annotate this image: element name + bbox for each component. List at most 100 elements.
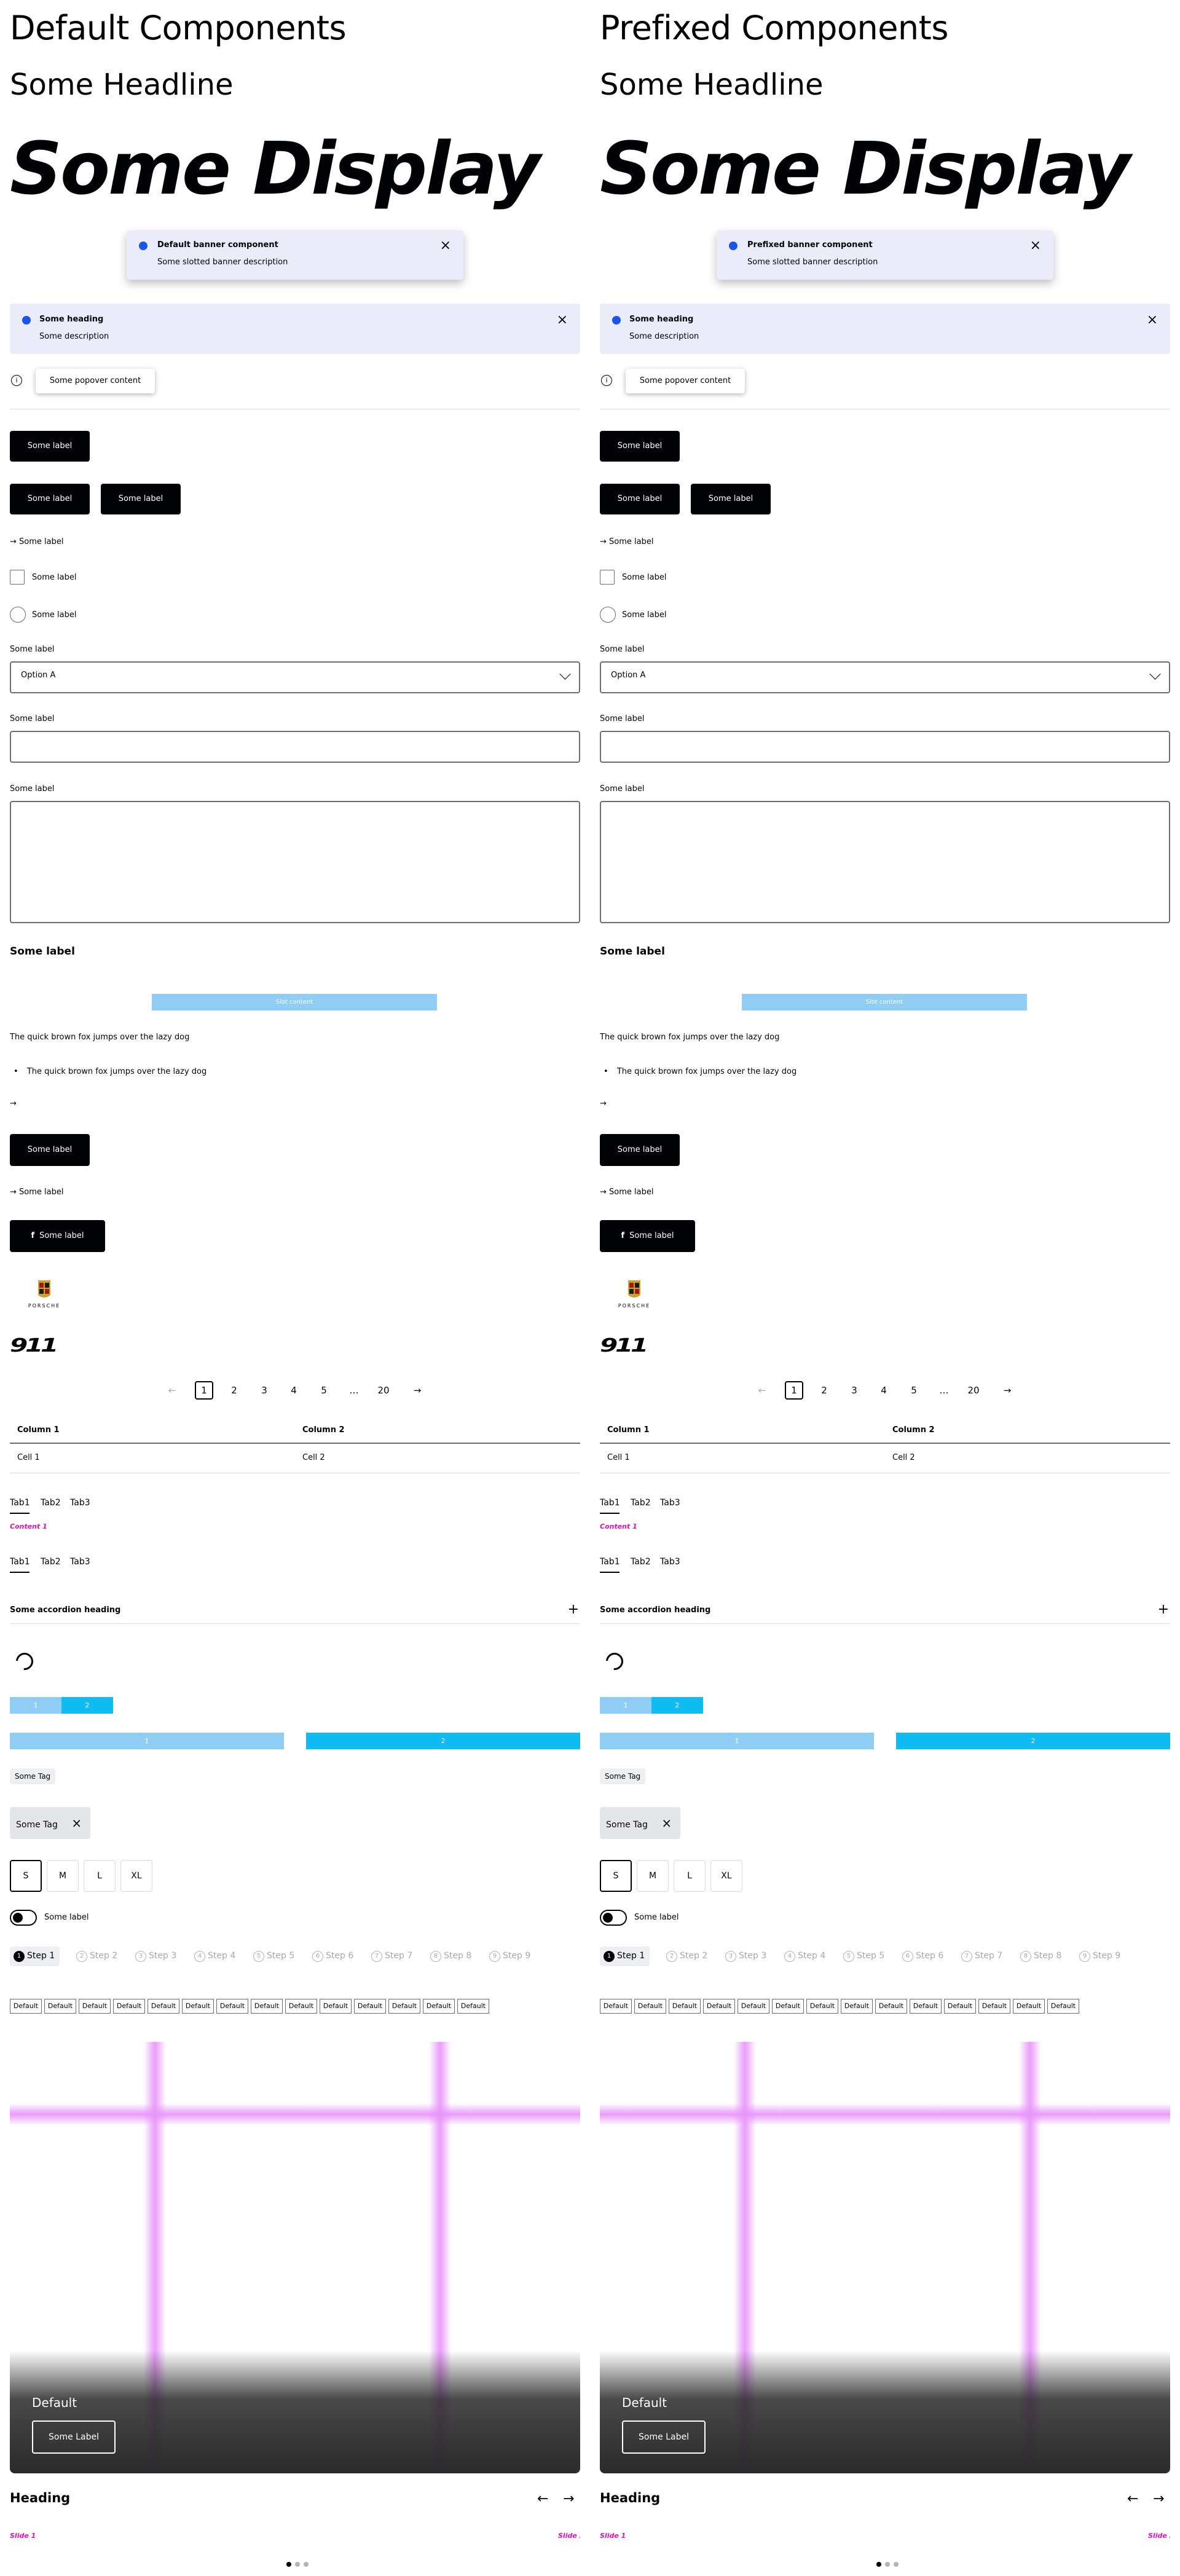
size-option-xl[interactable]: XL xyxy=(120,1860,152,1892)
segment-item[interactable]: 2 xyxy=(61,1697,113,1714)
tab[interactable]: Tab3 xyxy=(70,1498,90,1508)
size-option-xl[interactable]: XL xyxy=(710,1860,742,1892)
button-group-item[interactable]: Some label xyxy=(600,484,680,514)
default-button[interactable]: Default xyxy=(423,1999,455,2014)
close-icon[interactable]: × xyxy=(661,1816,672,1830)
default-button[interactable]: Default xyxy=(251,1999,283,2014)
carousel-dot[interactable] xyxy=(876,2562,881,2567)
arrow-right-icon[interactable]: → xyxy=(600,1099,607,1108)
hero-link-tile[interactable]: Default Some Label xyxy=(10,2042,580,2473)
radio-button[interactable] xyxy=(10,607,26,623)
textarea[interactable] xyxy=(10,801,580,923)
hero-button[interactable]: Some Label xyxy=(32,2420,116,2454)
carousel-prev-icon[interactable]: ← xyxy=(1127,2491,1138,2507)
link-pure[interactable]: → Some label xyxy=(600,537,654,546)
default-button[interactable]: Default xyxy=(285,1999,317,2014)
pagination-prev-icon[interactable]: ← xyxy=(163,1381,181,1400)
tab[interactable]: Tab1 xyxy=(600,1498,620,1508)
segment-item-wide[interactable]: 1 xyxy=(10,1733,284,1749)
close-icon[interactable]: × xyxy=(440,239,451,253)
tag-dismissible[interactable]: Some Tag × xyxy=(10,1807,91,1839)
default-button[interactable]: Default xyxy=(354,1999,386,2014)
checkbox[interactable] xyxy=(10,570,25,585)
pagination-page[interactable]: 1 xyxy=(195,1381,213,1400)
pagination-page[interactable]: 3 xyxy=(845,1381,863,1400)
default-button[interactable]: Default xyxy=(320,1999,352,2014)
stepper-step[interactable]: 1 Step 1 xyxy=(600,1947,650,1966)
textarea[interactable] xyxy=(600,801,1170,923)
accordion[interactable]: Some accordion heading + xyxy=(600,1602,1170,1621)
switch-toggle[interactable] xyxy=(10,1910,37,1926)
pagination-page[interactable]: 4 xyxy=(285,1381,303,1400)
link-pure[interactable]: → Some label xyxy=(10,1188,64,1197)
size-option-m[interactable]: M xyxy=(47,1860,79,1892)
pagination-page[interactable]: 5 xyxy=(315,1381,333,1400)
size-option-s[interactable]: S xyxy=(10,1860,42,1892)
segment-item[interactable]: 1 xyxy=(10,1697,61,1714)
default-button[interactable]: Default xyxy=(148,1999,179,2014)
carousel-next-icon[interactable]: → xyxy=(563,2491,574,2507)
pagination-page[interactable]: 3 xyxy=(255,1381,273,1400)
pagination-prev-icon[interactable]: ← xyxy=(753,1381,771,1400)
default-button[interactable]: Default xyxy=(910,1999,942,2014)
close-icon[interactable]: × xyxy=(557,313,568,327)
tab-bar-item[interactable]: Tab1 xyxy=(600,1557,620,1567)
pagination-page[interactable]: 5 xyxy=(905,1381,923,1400)
default-button[interactable]: Default xyxy=(1047,1999,1079,2014)
switch-toggle[interactable] xyxy=(600,1910,627,1926)
carousel-dot[interactable] xyxy=(885,2562,890,2567)
pagination-next-icon[interactable]: → xyxy=(998,1381,1017,1400)
default-button[interactable]: Default xyxy=(738,1999,769,2014)
default-button[interactable]: Default xyxy=(634,1999,666,2014)
checkbox[interactable] xyxy=(600,570,615,585)
link-pure[interactable]: → Some label xyxy=(10,537,64,546)
radio-button[interactable] xyxy=(600,607,616,623)
select[interactable]: Option A xyxy=(10,661,580,693)
default-button[interactable]: Default xyxy=(44,1999,76,2014)
carousel-dot[interactable] xyxy=(894,2562,899,2567)
text-field[interactable] xyxy=(10,731,580,763)
hero-link-tile[interactable]: Default Some Label xyxy=(600,2042,1170,2473)
tab-bar-item[interactable]: Tab3 xyxy=(660,1557,680,1567)
link-button[interactable]: Some label xyxy=(10,1134,90,1166)
default-button[interactable]: Default xyxy=(669,1999,701,2014)
tab-bar-item[interactable]: Tab1 xyxy=(10,1557,30,1567)
primary-button[interactable]: Some label xyxy=(10,431,90,462)
button-group-item[interactable]: Some label xyxy=(10,484,90,514)
pagination-page[interactable]: 20 xyxy=(964,1381,983,1400)
pagination-page[interactable]: 20 xyxy=(374,1381,393,1400)
segment-item[interactable]: 2 xyxy=(651,1697,703,1714)
social-link-facebook[interactable]: f Some label xyxy=(10,1220,105,1252)
default-button[interactable]: Default xyxy=(113,1999,145,2014)
tab-bar-item[interactable]: Tab2 xyxy=(41,1557,61,1567)
default-button[interactable]: Default xyxy=(806,1999,838,2014)
default-button[interactable]: Default xyxy=(216,1999,248,2014)
default-button[interactable]: Default xyxy=(1013,1999,1045,2014)
size-option-l[interactable]: L xyxy=(84,1860,116,1892)
default-button[interactable]: Default xyxy=(10,1999,42,2014)
default-button[interactable]: Default xyxy=(978,1999,1010,2014)
tab[interactable]: Tab2 xyxy=(41,1498,61,1508)
default-button[interactable]: Default xyxy=(841,1999,873,2014)
carousel-dot[interactable] xyxy=(304,2562,309,2567)
pagination-page[interactable]: 2 xyxy=(815,1381,833,1400)
segment-item-wide[interactable]: 2 xyxy=(306,1733,580,1749)
segment-item-wide[interactable]: 2 xyxy=(896,1733,1170,1749)
default-button[interactable]: Default xyxy=(79,1999,111,2014)
primary-button[interactable]: Some label xyxy=(600,431,680,462)
default-button[interactable]: Default xyxy=(875,1999,907,2014)
default-button[interactable]: Default xyxy=(457,1999,489,2014)
tab[interactable]: Tab1 xyxy=(10,1498,30,1508)
close-icon[interactable]: × xyxy=(1147,313,1158,327)
size-option-l[interactable]: L xyxy=(674,1860,706,1892)
pagination-next-icon[interactable]: → xyxy=(408,1381,427,1400)
carousel-dot[interactable] xyxy=(286,2562,291,2567)
pagination-page[interactable]: 4 xyxy=(875,1381,893,1400)
hero-button[interactable]: Some Label xyxy=(622,2420,706,2454)
tab[interactable]: Tab3 xyxy=(660,1498,680,1508)
link-button[interactable]: Some label xyxy=(600,1134,680,1166)
carousel-prev-icon[interactable]: ← xyxy=(537,2491,548,2507)
popover-info-icon[interactable]: i xyxy=(11,375,22,386)
size-option-m[interactable]: M xyxy=(637,1860,669,1892)
button-group-item[interactable]: Some label xyxy=(691,484,771,514)
